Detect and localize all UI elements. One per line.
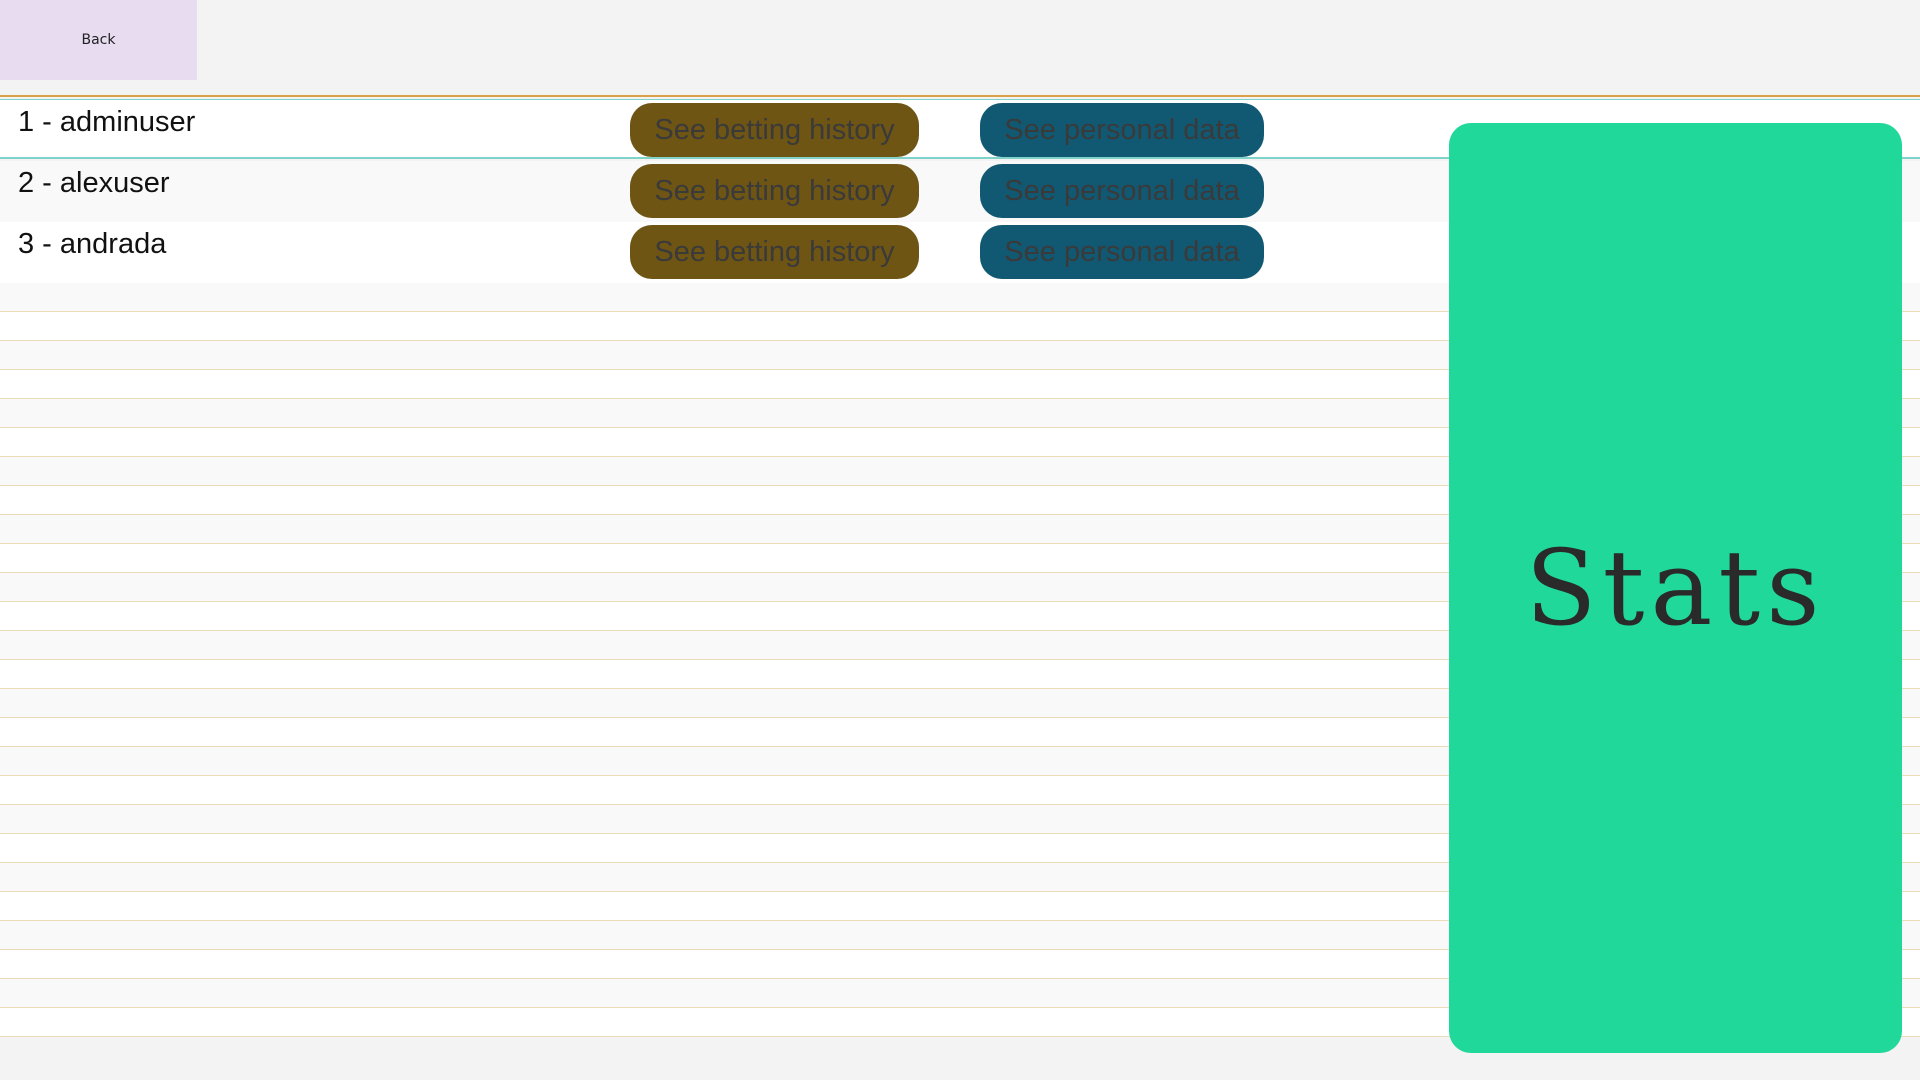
user-name: 3 - andrada	[18, 228, 167, 260]
see-betting-history-button[interactable]: See betting history	[630, 225, 919, 279]
see-personal-data-button[interactable]: See personal data	[980, 225, 1264, 279]
top-bar: Back	[0, 0, 1920, 96]
see-betting-history-button[interactable]: See betting history	[630, 103, 919, 157]
see-personal-data-button[interactable]: See personal data	[980, 164, 1264, 218]
see-personal-data-button[interactable]: See personal data	[980, 103, 1264, 157]
see-betting-history-button[interactable]: See betting history	[630, 164, 919, 218]
stats-button[interactable]: Stats	[1449, 123, 1902, 1053]
back-button[interactable]: Back	[0, 0, 197, 80]
user-name: 1 - adminuser	[18, 106, 196, 138]
header-divider	[0, 95, 1920, 97]
bottom-margin	[0, 1058, 1920, 1080]
user-name: 2 - alexuser	[18, 167, 170, 199]
stats-label: Stats	[1525, 527, 1826, 649]
